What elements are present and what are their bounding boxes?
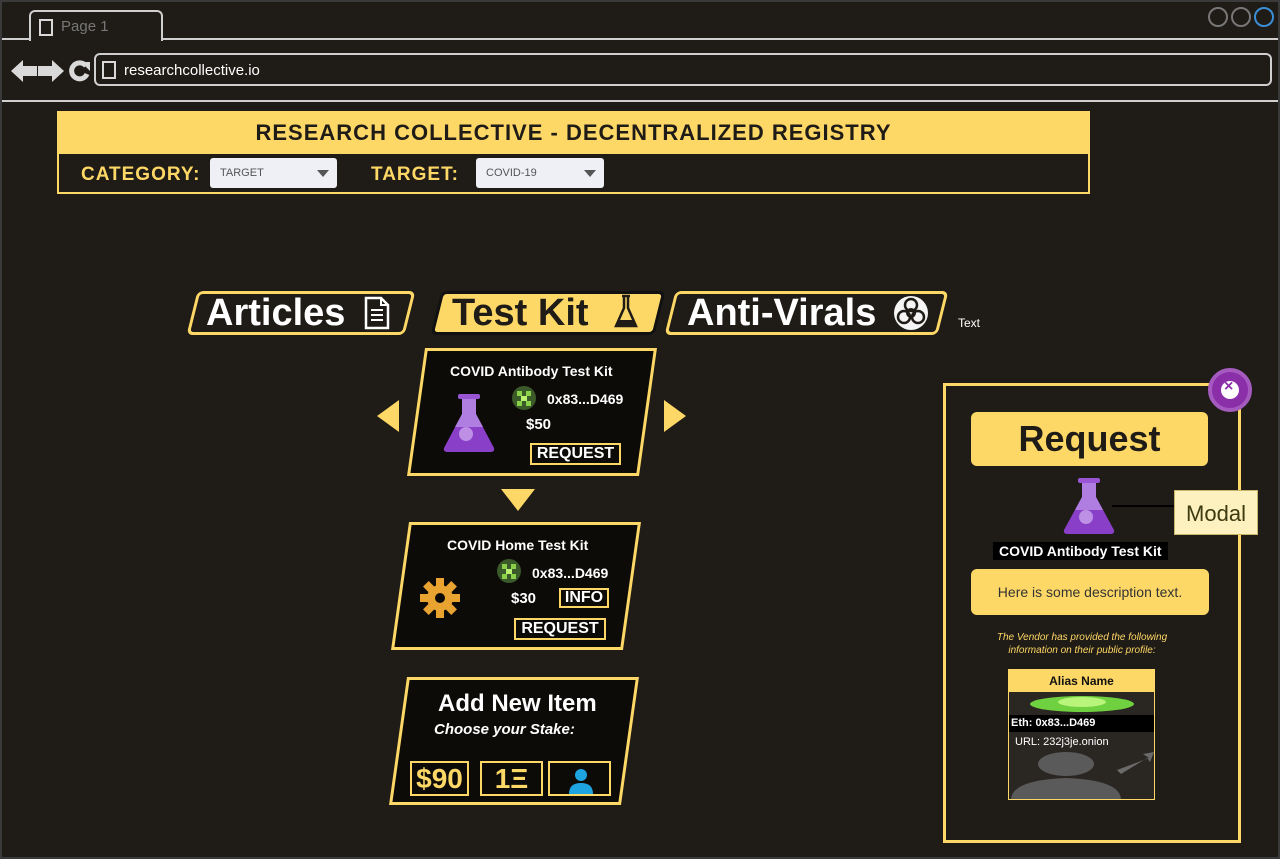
refresh-icon[interactable] [68, 60, 90, 82]
category-label: CATEGORY: [81, 164, 201, 185]
stake-eth-button[interactable]: 1Ξ [480, 761, 543, 796]
flask-icon [1063, 478, 1115, 534]
flask-icon [443, 394, 495, 452]
address-bar[interactable]: researchcollective.io [94, 53, 1272, 86]
vendor-avatar [497, 559, 521, 583]
add-item-title: Add New Item [438, 690, 597, 717]
request-button[interactable]: REQUEST [514, 618, 606, 640]
biohazard-icon [894, 296, 928, 330]
url-text: researchcollective.io [124, 62, 260, 79]
next-arrow-icon[interactable] [664, 400, 686, 432]
request-button[interactable]: REQUEST [530, 443, 621, 465]
expand-arrow-icon[interactable] [501, 489, 535, 511]
tab-test-kit-label: Test Kit [452, 292, 589, 334]
page-title: RESEARCH COLLECTIVE - DECENTRALIZED REGI… [57, 111, 1090, 154]
filter-bar: CATEGORY: TARGET TARGET: COVID-19 [57, 154, 1090, 194]
item-name: COVID Home Test Kit [447, 537, 589, 553]
user-icon [569, 769, 593, 794]
tab-strip: Page 1 [2, 2, 1278, 41]
chevron-down-icon [584, 170, 596, 177]
info-button[interactable]: INFO [559, 588, 609, 608]
vendor-note: The Vendor has provided the following in… [996, 632, 1168, 656]
page-icon [39, 19, 53, 36]
modal-title: Request [971, 412, 1208, 466]
category-select[interactable]: TARGET [210, 158, 337, 188]
modal-description: Here is some description text. [971, 569, 1209, 615]
previous-arrow-icon[interactable] [377, 400, 399, 432]
document-icon [364, 296, 390, 330]
close-modal-button[interactable]: × [1208, 368, 1252, 412]
profile-eth-address: Eth: 0x83...D469 [1009, 715, 1154, 732]
modal-item-name: COVID Antibody Test Kit [993, 542, 1168, 560]
gear-icon [420, 578, 460, 618]
vendor-address: 0x83...D469 [532, 565, 609, 581]
item-price: $30 [511, 590, 537, 607]
minimize-button[interactable] [1208, 7, 1228, 27]
maximize-button[interactable] [1231, 7, 1251, 27]
stake-profile-button[interactable] [548, 761, 611, 796]
category-select-value: TARGET [220, 167, 264, 179]
browser-tab-title: Page 1 [61, 18, 109, 35]
stake-usd-button[interactable]: $90 [410, 761, 469, 796]
chevron-down-icon [317, 170, 329, 177]
annotation-callout: Modal [1174, 490, 1258, 535]
placeholder-text: Text [958, 316, 981, 330]
flask-icon [614, 294, 638, 328]
tab-articles-label: Articles [206, 292, 346, 334]
close-icon: × [1224, 378, 1234, 395]
forward-arrow-icon[interactable] [38, 60, 64, 82]
close-window-button[interactable] [1254, 7, 1274, 27]
browser-window: Page 1 researchcollective.io RESEARCH CO… [0, 0, 1280, 859]
target-select-value: COVID-19 [486, 167, 537, 179]
tab-anti-virals-label: Anti-Virals [687, 292, 877, 334]
vendor-profile-card: Alias Name Eth: 0x83...D469 URL: 232j3je… [1008, 669, 1155, 800]
back-arrow-icon[interactable] [11, 60, 37, 82]
target-select[interactable]: COVID-19 [476, 158, 604, 188]
item-name: COVID Antibody Test Kit [450, 363, 613, 379]
person-silhouette-icon [1011, 752, 1154, 799]
profile-alias: Alias Name [1009, 670, 1154, 692]
browser-tab[interactable]: Page 1 [29, 10, 163, 41]
navigation-bar: researchcollective.io [2, 40, 1278, 102]
vendor-avatar [512, 386, 536, 410]
vendor-address: 0x83...D469 [547, 391, 624, 407]
add-item-subtitle: Choose your Stake: [434, 721, 575, 738]
ufo-icon [1030, 696, 1134, 712]
profile-url: URL: 232j3je.onion [1015, 736, 1109, 748]
target-label: TARGET: [371, 164, 459, 185]
page-icon [102, 61, 116, 79]
window-controls [1208, 7, 1274, 27]
callout-connector [1112, 505, 1174, 507]
item-price: $50 [526, 416, 552, 433]
